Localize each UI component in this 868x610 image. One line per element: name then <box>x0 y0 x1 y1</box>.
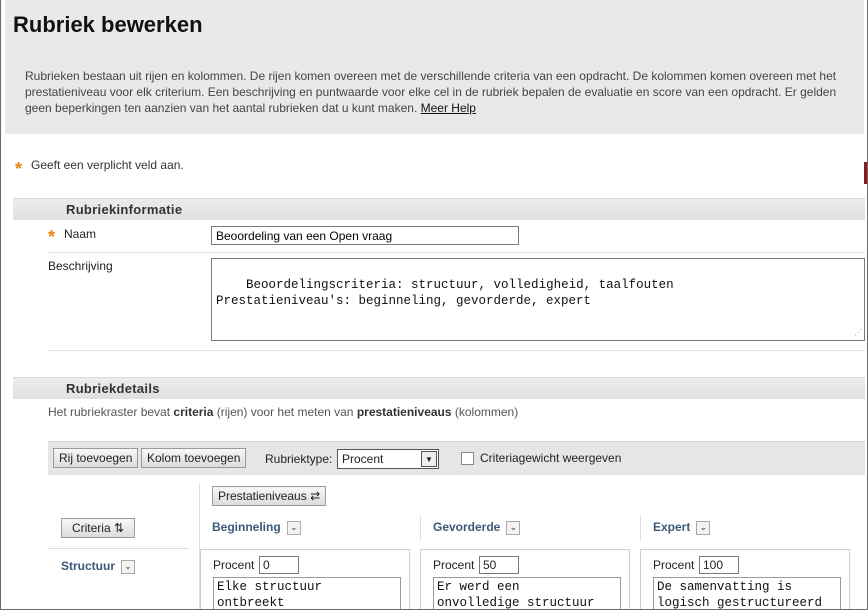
note-text: (rijen) voor het meten van <box>213 405 357 419</box>
add-column-button[interactable]: Kolom toevoegen <box>141 448 247 468</box>
grid-line <box>420 516 421 540</box>
cell-description-textarea[interactable]: Elke structuur ontbreekt <box>213 577 401 609</box>
levels-button-label: Prestatieniveaus <box>218 489 307 503</box>
help-link[interactable]: Meer Help <box>421 101 476 115</box>
criteria-button[interactable]: Criteria ⇅ <box>61 518 135 538</box>
criteria-weight-label: Criteriagewicht weergeven <box>480 451 622 465</box>
dropdown-arrow-icon[interactable]: ▼ <box>421 451 437 467</box>
grid-cell: Procent 100 De samenvatting is logisch g… <box>640 549 850 609</box>
resize-grip-icon[interactable]: ⋰ <box>854 330 862 338</box>
name-label-text: Naam <box>64 227 97 241</box>
rubric-type-label: Rubriektype: <box>265 452 333 466</box>
percent-label: Procent <box>213 558 255 572</box>
cell-description-textarea[interactable]: De samenvatting is logisch gestructureer… <box>653 577 841 609</box>
divider <box>48 252 865 253</box>
sort-arrows-icon: ⇅ <box>113 521 125 535</box>
swap-arrows-icon: ⇄ <box>310 489 321 503</box>
criteria-button-label: Criteria <box>71 521 111 535</box>
chevron-down-icon[interactable]: ⌄ <box>506 520 521 535</box>
column-label: Expert <box>653 520 691 534</box>
row-heading-structuur: Structuur ⌄ <box>61 559 135 574</box>
page-title: Rubriek bewerken <box>13 12 203 37</box>
column-heading-expert: Expert ⌄ <box>653 520 711 535</box>
description-textarea[interactable]: Beoordelingscriteria: structuur, volledi… <box>211 258 865 341</box>
note-text: (kolommen) <box>451 405 519 419</box>
section-title: Rubriekinformatie <box>66 202 183 217</box>
percent-input[interactable]: 50 <box>479 556 519 574</box>
section-title: Rubriekdetails <box>66 381 160 396</box>
note-text: Het rubriekraster bevat <box>48 405 174 419</box>
description-label: Beschrijving <box>48 259 113 273</box>
add-row-button[interactable]: Rij toevoegen <box>53 448 139 468</box>
section-header-details: Rubriekdetails <box>13 377 865 399</box>
chevron-down-icon[interactable]: ⌄ <box>696 520 711 535</box>
page-frame: Rubriek bewerken Rubrieken bestaan uit r… <box>0 0 868 610</box>
page-header: Rubriek bewerken Rubrieken bestaan uit r… <box>5 0 864 134</box>
description-text: Beoordelingscriteria: structuur, volledi… <box>216 278 674 308</box>
scroll-marker <box>864 162 867 184</box>
intro-text: Rubrieken bestaan uit rijen en kolommen.… <box>25 68 865 116</box>
note-levels: prestatieniveaus <box>356 405 452 419</box>
grid-cell: Procent 50 Er werd een onvolledige struc… <box>420 549 630 609</box>
asterisk-icon: * <box>15 159 23 179</box>
levels-button[interactable]: Prestatieniveaus ⇄ <box>212 486 327 506</box>
grid-line <box>48 548 189 549</box>
column-label: Gevorderde <box>433 520 501 534</box>
divider <box>48 350 865 351</box>
percent-input[interactable]: 0 <box>259 556 299 574</box>
percent-label: Procent <box>433 558 475 572</box>
grid-line <box>640 516 641 540</box>
column-label: Beginneling <box>212 520 281 534</box>
row-label: Structuur <box>61 559 115 573</box>
section-header-info: Rubriekinformatie <box>13 198 865 220</box>
rubric-type-select[interactable]: Procent ▼ <box>337 449 439 469</box>
name-input[interactable] <box>211 226 519 245</box>
grid-cell: Procent 0 Elke structuur ontbreekt <box>200 549 410 609</box>
note-criteria: criteria <box>173 405 214 419</box>
asterisk-icon: * <box>48 227 56 247</box>
chevron-down-icon[interactable]: ⌄ <box>286 520 301 535</box>
name-label: * Naam <box>48 227 97 246</box>
percent-label: Procent <box>653 558 695 572</box>
chevron-down-icon[interactable]: ⌄ <box>121 559 135 574</box>
percent-input[interactable]: 100 <box>699 556 739 574</box>
column-heading-beginneling: Beginneling ⌄ <box>212 520 301 535</box>
column-heading-gevorderde: Gevorderde ⌄ <box>433 520 521 535</box>
rubric-type-value: Procent <box>342 452 384 466</box>
criteria-weight-checkbox[interactable] <box>461 452 474 465</box>
cell-description-textarea[interactable]: Er werd een onvolledige structuur <box>433 577 621 609</box>
grid-toolbar: Rij toevoegen Kolom toevoegen Rubriektyp… <box>48 441 865 475</box>
details-note: Het rubriekraster bevat criteria (rijen)… <box>48 405 518 419</box>
required-note-text: Geeft een verplicht veld aan. <box>31 158 184 172</box>
